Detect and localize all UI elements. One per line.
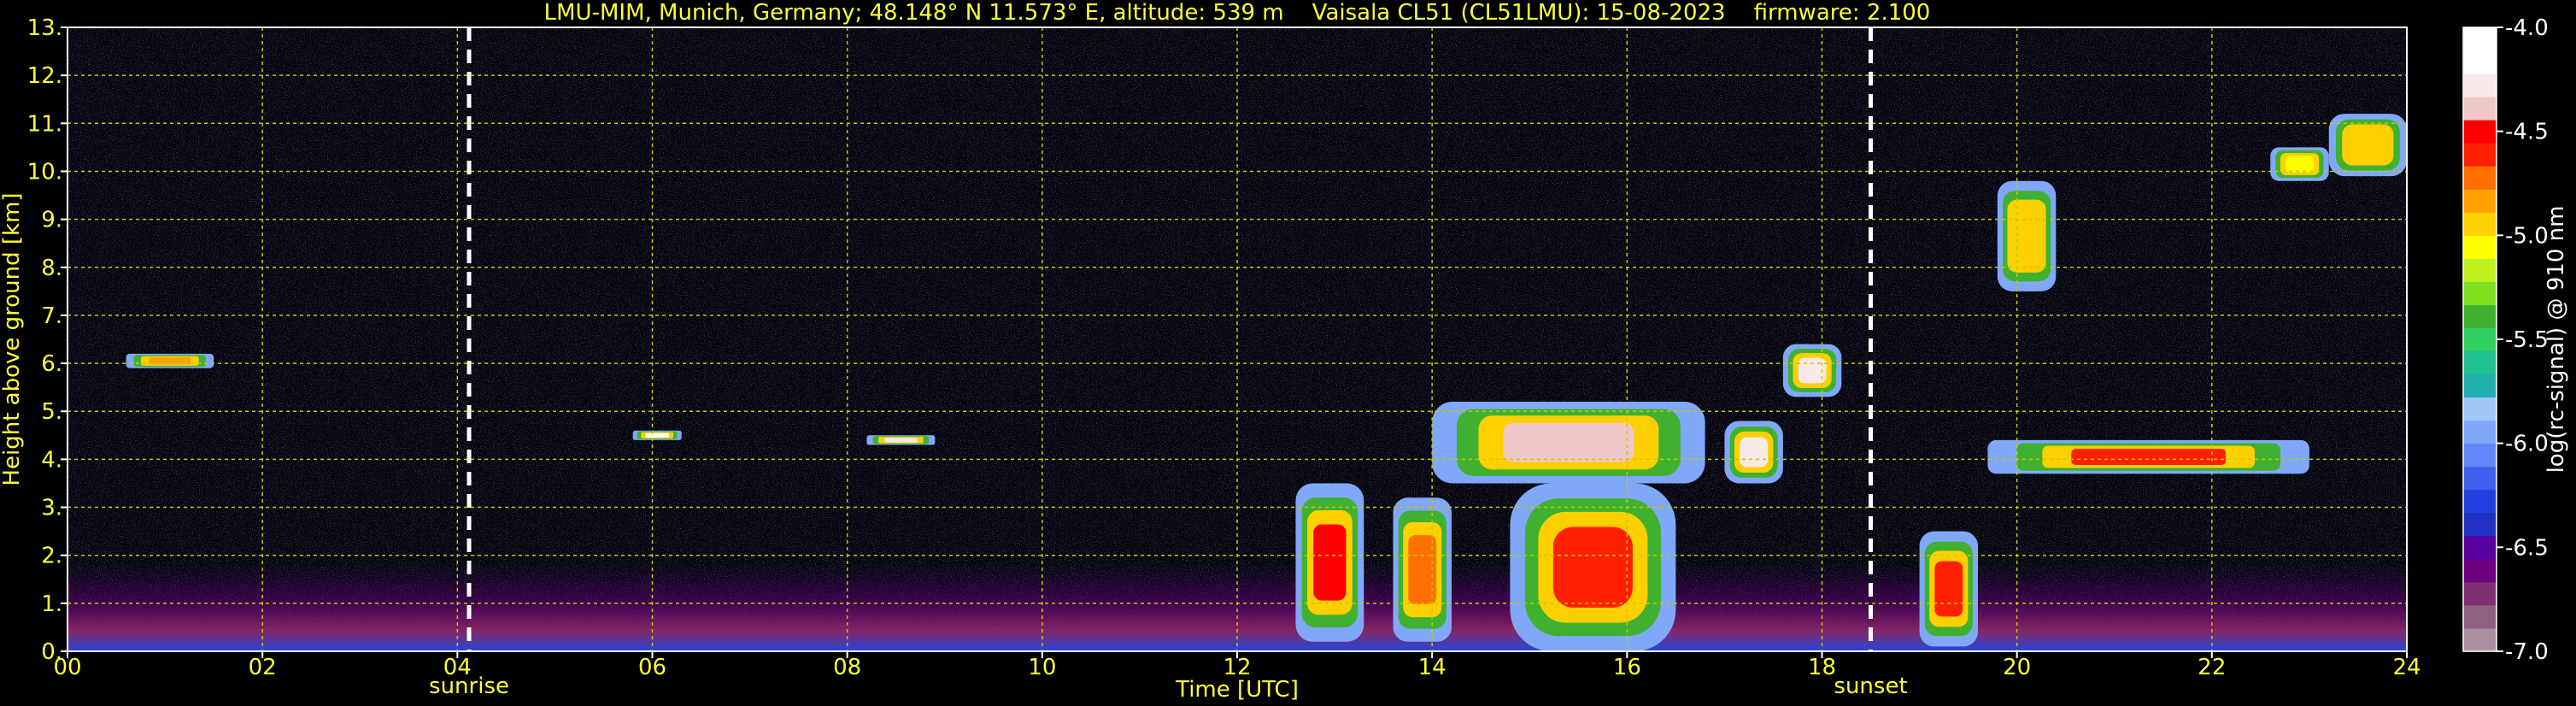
feature-cloud <box>1782 344 1842 397</box>
noise-background <box>67 27 2407 651</box>
colorbar-swatch <box>2463 189 2497 213</box>
chart-title: LMU-MIM, Munich, Germany; 48.148° N 11.5… <box>544 0 1931 26</box>
colorbar-swatch <box>2463 74 2497 97</box>
colorbar-swatch <box>2463 304 2497 328</box>
sunset-label: sunset <box>1834 674 1907 699</box>
feature-cloud <box>1919 531 1979 647</box>
colorbar-swatch <box>2463 489 2497 514</box>
colorbar-swatch <box>2463 350 2497 375</box>
x-tick-label: 22 <box>2198 655 2226 680</box>
x-tick-label: 14 <box>1418 655 1446 680</box>
y-tick-label: 9. <box>41 208 62 233</box>
y-tick-label: 0. <box>41 639 62 665</box>
colorbar-swatch <box>2463 627 2497 652</box>
x-tick-label: 04 <box>443 655 472 680</box>
colorbar-swatch <box>2463 374 2497 398</box>
y-tick-label: 6. <box>41 351 62 377</box>
feature-convective-cloud <box>1432 402 1705 484</box>
x-tick-label: 24 <box>2392 655 2421 680</box>
y-tick-label: 8. <box>41 256 62 281</box>
x-tick-label: 06 <box>638 655 666 680</box>
colorbar-swatch <box>2463 558 2497 583</box>
colorbar-tick-label: -4.5 <box>2505 120 2549 145</box>
x-tick-label: 08 <box>833 655 861 680</box>
y-tick-label: 1. <box>41 591 62 617</box>
colorbar-swatch <box>2463 604 2497 629</box>
colorbar-swatch <box>2463 420 2497 444</box>
y-tick-label: 11. <box>27 111 62 137</box>
colorbar-tick-label: -6.5 <box>2505 535 2549 561</box>
colorbar-swatch <box>2463 143 2497 167</box>
feature-cloud <box>632 430 682 440</box>
colorbar-swatch <box>2463 27 2497 51</box>
feature-cloud <box>1724 421 1783 484</box>
colorbar-swatch <box>2463 97 2497 121</box>
colorbar-swatch <box>2463 235 2497 259</box>
feature-mid-level-cloud <box>126 353 214 368</box>
x-axis: 00 02 04 06 08 10 12 14 16 18 20 22 24 <box>53 651 2421 680</box>
colorbar-tick-label: -5.5 <box>2505 327 2549 353</box>
colorbar-swatch <box>2463 281 2497 305</box>
y-tick-label: 13. <box>27 15 62 41</box>
x-tick-label: 20 <box>2003 655 2031 680</box>
y-tick-label: 12. <box>27 63 62 89</box>
y-tick-label: 5. <box>41 399 62 425</box>
colorbar-tick-label: -4.0 <box>2505 15 2549 41</box>
colorbar-swatch <box>2463 466 2497 491</box>
colorbar: -7.0 -6.5 -6.0 -5.5 -5.0 -4.5 -4.0 <box>2462 15 2549 665</box>
x-tick-label: 02 <box>249 655 277 680</box>
colorbar-swatch <box>2463 327 2497 352</box>
colorbar-swatch <box>2463 258 2497 282</box>
feature-cirrus <box>1997 180 2057 291</box>
colorbar-swatch <box>2463 120 2497 144</box>
y-tick-label: 4. <box>41 447 62 473</box>
colorbar-tick-label: -6.0 <box>2505 432 2549 457</box>
feature-cirrus <box>2270 147 2329 181</box>
colorbar-swatch <box>2463 581 2497 606</box>
colorbar-swatch <box>2463 397 2497 421</box>
feature-cirrus <box>2328 114 2407 177</box>
feature-cloud-layer <box>1987 439 2309 474</box>
y-axis-label: Height above ground [km] <box>0 192 25 485</box>
y-tick-label: 7. <box>41 303 62 329</box>
x-tick-label: 10 <box>1028 655 1056 680</box>
colorbar-swatch <box>2463 512 2497 537</box>
x-axis-label: Time [UTC] <box>1175 677 1299 703</box>
colorbar-swatch <box>2463 535 2497 560</box>
x-tick-label: 18 <box>1808 655 1836 680</box>
colorbar-swatch <box>2463 50 2497 74</box>
y-axis: 0. 1. 2. 3. 4. 5. 6. 7. 8. 9. 10. 11. 12. 13. <box>27 15 67 665</box>
colorbar-swatch <box>2463 166 2497 190</box>
colorbar-tick-label: -7.0 <box>2505 639 2549 665</box>
feature-cloud <box>866 435 936 445</box>
feature-convective-cloud <box>1393 497 1452 642</box>
y-tick-label: 3. <box>41 496 62 521</box>
y-tick-label: 10. <box>27 159 62 185</box>
x-tick-label: 16 <box>1613 655 1641 680</box>
ceilometer-chart: LMU-MIM, Munich, Germany; 48.148° N 11.5… <box>0 0 2569 703</box>
feature-convective-cloud <box>1510 483 1676 651</box>
colorbar-label: log(rc-signal) @ 910 nm <box>2544 206 2569 474</box>
colorbar-tick-label: -5.0 <box>2505 223 2549 249</box>
colorbar-swatch <box>2463 212 2497 236</box>
y-tick-label: 2. <box>41 544 62 569</box>
colorbar-swatch <box>2463 443 2497 468</box>
